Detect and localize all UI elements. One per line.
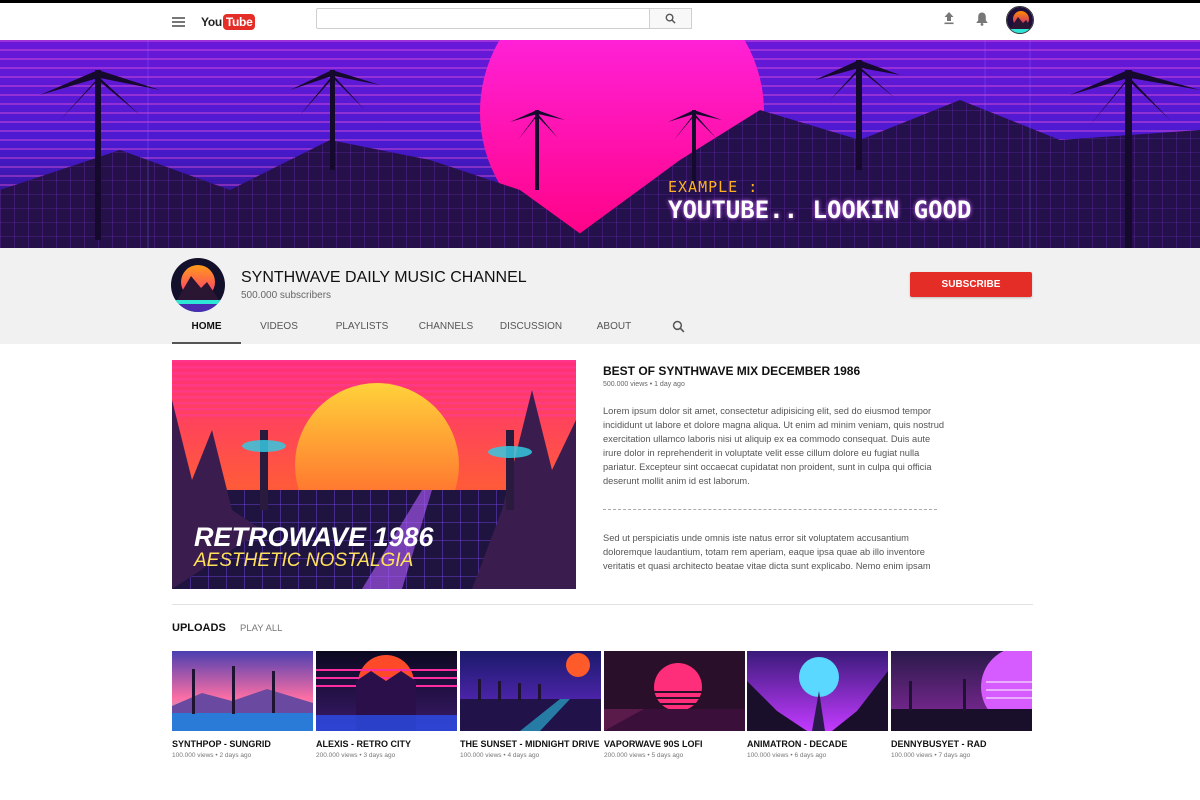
tab-playlists[interactable]: PLAYLISTS bbox=[328, 314, 396, 344]
subscriber-count: 500.000 subscribers bbox=[241, 290, 332, 301]
video-thumbnail bbox=[891, 651, 1032, 731]
play-all-link[interactable]: PLAY ALL bbox=[240, 623, 282, 634]
search-icon bbox=[665, 13, 676, 24]
video-meta: 100.000 views • 4 days ago bbox=[460, 752, 540, 759]
video-thumbnail bbox=[172, 651, 313, 731]
logo-you-text: You bbox=[201, 15, 222, 29]
video-title: SYNTHPOP - SUNGRID bbox=[172, 739, 271, 749]
video-card[interactable]: DENNYBUSYET - RAD 100.000 views • 7 days… bbox=[891, 651, 1032, 771]
video-thumbnail bbox=[747, 651, 888, 731]
featured-video-title[interactable]: BEST OF SYNTHWAVE MIX DECEMBER 1986 bbox=[603, 364, 860, 378]
video-thumbnail bbox=[604, 651, 745, 731]
video-card[interactable]: ANIMATRON - DECADE 100.000 views • 6 day… bbox=[747, 651, 888, 771]
featured-thumb-subtitle: AESTHETIC NOSTALGIA bbox=[194, 550, 414, 571]
video-meta: 200.000 views • 5 days ago bbox=[604, 752, 684, 759]
video-title: ANIMATRON - DECADE bbox=[747, 739, 848, 749]
tab-home[interactable]: HOME bbox=[172, 314, 241, 344]
video-card[interactable]: SYNTHPOP - SUNGRID 100.000 views • 2 day… bbox=[172, 651, 313, 771]
video-card[interactable]: VAPORWAVE 90S LOFI 200.000 views • 5 day… bbox=[604, 651, 745, 771]
search-button[interactable] bbox=[649, 8, 692, 29]
search-input[interactable] bbox=[316, 8, 650, 29]
video-thumbnail bbox=[460, 651, 601, 731]
channel-name: SYNTHWAVE DAILY MUSIC CHANNEL bbox=[241, 269, 527, 286]
menu-icon[interactable] bbox=[172, 17, 185, 27]
logo-tube-text: Tube bbox=[222, 14, 256, 30]
channel-banner: EXAMPLE : YOUTUBE.. LOOKIN GOOD bbox=[0, 40, 1200, 248]
banner-caption-large: YOUTUBE.. LOOKIN GOOD bbox=[668, 196, 972, 224]
video-thumbnail bbox=[316, 651, 457, 731]
video-meta: 200.000 views • 3 days ago bbox=[316, 752, 396, 759]
subscribe-button[interactable]: SUBSCRIBE bbox=[910, 272, 1032, 297]
tab-about[interactable]: ABOUT bbox=[590, 314, 638, 344]
description-divider bbox=[603, 509, 937, 510]
featured-video-description: Lorem ipsum dolor sit amet, consectetur … bbox=[603, 406, 945, 486]
section-divider bbox=[172, 604, 1033, 605]
featured-thumb-title: RETROWAVE 1986 bbox=[194, 522, 434, 552]
video-title: THE SUNSET - MIDNIGHT DRIVE bbox=[460, 739, 600, 749]
video-title: VAPORWAVE 90S LOFI bbox=[604, 739, 703, 749]
featured-video-meta: 500.000 views • 1 day ago bbox=[603, 381, 685, 388]
video-card[interactable]: THE SUNSET - MIDNIGHT DRIVE 100.000 view… bbox=[460, 651, 601, 771]
banner-caption-small: EXAMPLE : bbox=[668, 178, 759, 196]
video-title: DENNYBUSYET - RAD bbox=[891, 739, 987, 749]
video-meta: 100.000 views • 6 days ago bbox=[747, 752, 827, 759]
channel-search-icon[interactable] bbox=[672, 320, 685, 333]
channel-avatar[interactable] bbox=[171, 258, 225, 312]
bell-icon[interactable] bbox=[975, 11, 989, 26]
video-meta: 100.000 views • 7 days ago bbox=[891, 752, 971, 759]
tab-discussion[interactable]: DISCUSSION bbox=[498, 314, 564, 344]
featured-video-thumbnail[interactable]: RETROWAVE 1986 AESTHETIC NOSTALGIA bbox=[172, 360, 576, 589]
tab-channels[interactable]: CHANNELS bbox=[412, 314, 480, 344]
tab-videos[interactable]: VIDEOS bbox=[248, 314, 310, 344]
video-card[interactable]: ALEXIS - RETRO CITY 200.000 views • 3 da… bbox=[316, 651, 457, 771]
upload-icon[interactable] bbox=[942, 11, 956, 25]
user-avatar[interactable] bbox=[1006, 6, 1034, 34]
youtube-logo[interactable]: You Tube bbox=[201, 13, 256, 31]
video-meta: 100.000 views • 2 days ago bbox=[172, 752, 252, 759]
uploads-title: UPLOADS bbox=[172, 622, 226, 634]
video-title: ALEXIS - RETRO CITY bbox=[316, 739, 412, 749]
featured-video-description-continued: Sed ut perspiciatis unde omnis iste natu… bbox=[603, 533, 931, 571]
